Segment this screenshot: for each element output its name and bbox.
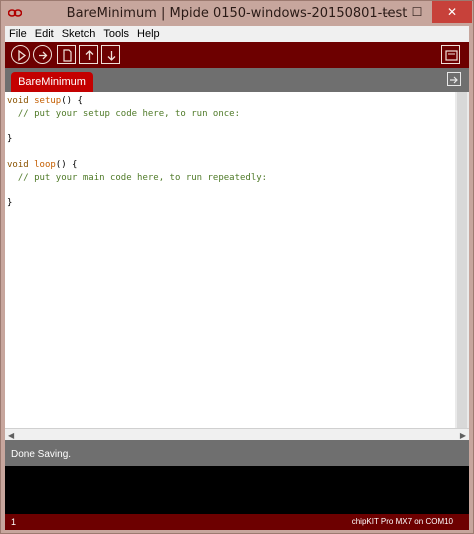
vertical-scroll-thumb[interactable] [457, 92, 467, 428]
code-token: () { [61, 96, 83, 106]
open-arrow-up-icon [85, 50, 94, 60]
tab-menu-button[interactable] [447, 72, 461, 86]
code-line[interactable]: // put your main code here, to run repea… [7, 172, 267, 185]
menu-edit[interactable]: Edit [35, 28, 54, 40]
upload-arrow-icon [39, 51, 48, 60]
maximize-button[interactable]: ☐ [403, 1, 431, 23]
scroll-left-icon[interactable]: ◀ [8, 431, 14, 440]
menu-sketch[interactable]: Sketch [62, 28, 96, 40]
code-line[interactable] [7, 146, 267, 159]
port-name: COM10 [425, 517, 453, 526]
status-bar: Done Saving. [5, 440, 469, 466]
horizontal-scrollbar[interactable]: ◀ ▶ [5, 428, 469, 440]
new-document-icon [63, 49, 72, 62]
code-text[interactable]: void setup() { // put your setup code he… [7, 95, 267, 210]
code-line[interactable] [7, 185, 267, 198]
code-line[interactable]: void loop() { [7, 159, 267, 172]
menu-file[interactable]: File [9, 28, 27, 40]
board-name: chipKIT Pro MX7 [351, 517, 413, 526]
code-line[interactable]: } [7, 133, 267, 146]
code-token: } [7, 198, 13, 209]
code-line[interactable]: } [7, 197, 267, 210]
close-button[interactable]: ✕ [432, 1, 472, 23]
on-label: on [414, 517, 424, 526]
minimize-button[interactable]: — [375, 1, 403, 23]
new-button[interactable] [57, 45, 76, 64]
tab-bareminimum[interactable]: BareMinimum [11, 72, 93, 92]
kw-fn-token: setup [34, 96, 62, 106]
board-info: chipKIT Pro MX7 on COM10 [352, 517, 453, 526]
kw-type-token: void [7, 96, 29, 106]
serial-monitor-button[interactable] [441, 45, 460, 64]
ide-window: BareMinimum | Mpide 0150-windows-2015080… [0, 0, 474, 534]
arrow-right-icon [450, 76, 458, 84]
scroll-right-icon[interactable]: ▶ [460, 431, 466, 440]
menu-tools[interactable]: Tools [103, 28, 129, 40]
kw-type-token: void [7, 159, 29, 170]
comment-token: // put your main code here, to run repea… [17, 172, 268, 183]
code-token: () { [55, 159, 78, 170]
menu-help[interactable]: Help [137, 28, 160, 40]
play-icon [18, 49, 27, 62]
console-output[interactable] [5, 466, 469, 514]
comment-token: // put your setup code here, to run once… [17, 108, 241, 119]
kw-fn-token: loop [34, 159, 56, 170]
code-token: } [7, 134, 13, 145]
verify-button[interactable] [11, 45, 30, 64]
code-line[interactable]: void setup() { [7, 95, 267, 108]
tab-bar: BareMinimum [5, 68, 469, 92]
toolbar [5, 42, 469, 68]
footer-bar: 1 chipKIT Pro MX7 on COM10 [5, 514, 469, 530]
save-button[interactable] [101, 45, 120, 64]
code-line[interactable]: // put your setup code here, to run once… [7, 108, 267, 121]
save-arrow-down-icon [107, 51, 116, 61]
code-editor[interactable]: void setup() { // put your setup code he… [5, 92, 469, 428]
status-message: Done Saving. [11, 449, 72, 460]
vertical-scrollbar[interactable] [455, 92, 469, 428]
upload-button[interactable] [33, 45, 52, 64]
monitor-icon [445, 50, 458, 61]
menu-bar: File Edit Sketch Tools Help [5, 26, 469, 42]
open-button[interactable] [79, 45, 98, 64]
title-bar[interactable]: BareMinimum | Mpide 0150-windows-2015080… [1, 1, 473, 26]
line-number: 1 [11, 517, 17, 527]
code-line[interactable] [7, 121, 267, 134]
